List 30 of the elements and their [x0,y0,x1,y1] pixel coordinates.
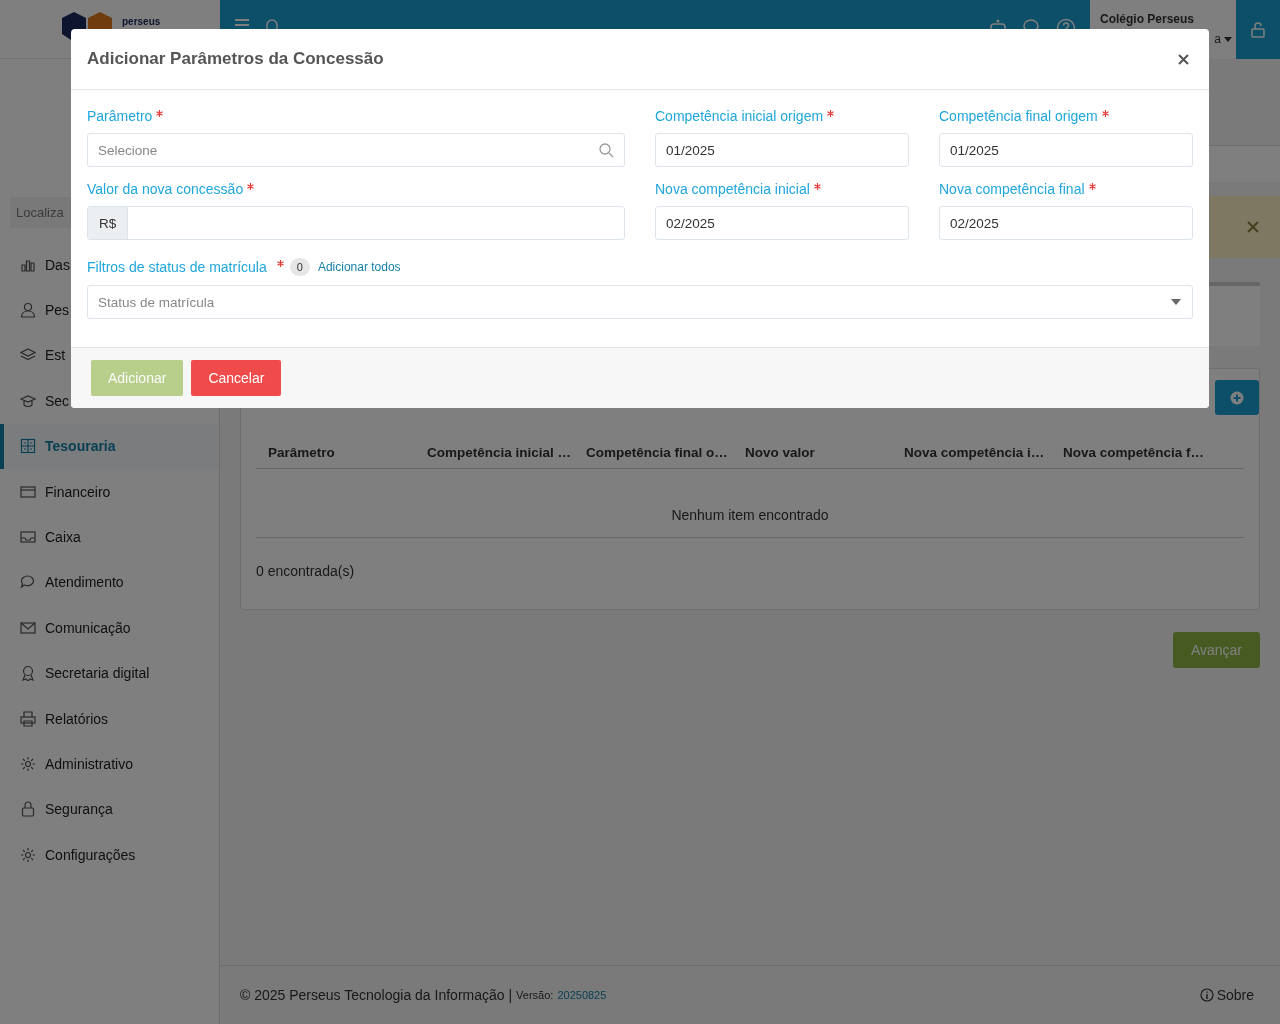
sidebar-label: Secretaria digital [45,665,150,682]
sidebar-label: Tesouraria [45,438,116,455]
sidebar-label: Das [45,256,70,273]
empty-message: Nenhum item encontrado [671,507,829,523]
sidebar-label: Pes [45,302,70,319]
sidebar-label: Comunicação [45,619,131,636]
field-label: Nova competência final [939,181,1085,197]
version-label: Versão: [516,989,554,1001]
user-name: a [1214,32,1232,46]
sidebar-label: Configurações [45,846,136,863]
field-label: Nova competência inicial [655,181,810,197]
school-name: Colégio Perseus [1100,12,1196,26]
field-label: Competência inicial origem [655,108,824,124]
sidebar-label: Administrativo [45,756,133,772]
copyright-text: © 2025 Perseus Tecnologia da Informação | [240,987,513,1003]
field-label: Parâmetro [87,108,153,124]
logo-text: perseus [122,16,161,27]
sidebar-label: Atendimento [45,574,124,591]
result-count: 0 encontrada(s) [256,563,356,579]
field-label: Valor da nova concessão [87,181,244,197]
sidebar-label: Financeiro [45,483,111,500]
sidebar-label: Caixa [45,529,81,546]
dialog-title: Adicionar Parâmetros da Concessão [87,49,384,69]
field-label: Competência final origem [939,108,1098,124]
count-badge: 0 [289,258,310,276]
field-label: Filtros de status de matrícula [87,259,267,275]
sidebar-label: Sec [45,392,70,409]
sidebar-label: Est [45,347,66,364]
sidebar-label: Relatórios [45,710,109,727]
sidebar-label: Segurança [45,801,113,818]
